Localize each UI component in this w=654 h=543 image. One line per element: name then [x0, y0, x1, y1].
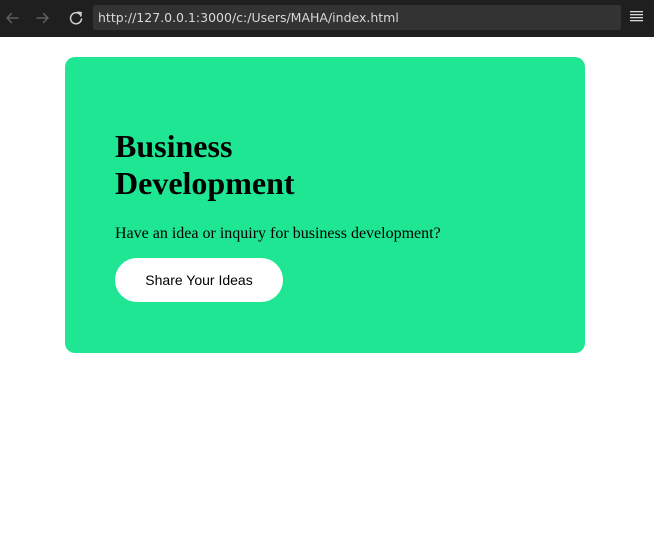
reload-icon: [68, 10, 84, 26]
share-your-ideas-button[interactable]: Share Your Ideas: [115, 258, 283, 302]
arrow-right-icon: [35, 10, 51, 26]
address-bar[interactable]: http://127.0.0.1:3000/c:/Users/MAHA/inde…: [93, 5, 621, 30]
reload-button[interactable]: [64, 6, 88, 30]
arrow-left-icon: [4, 10, 20, 26]
hamburger-menu-icon: [630, 9, 644, 27]
menu-button[interactable]: [627, 8, 647, 28]
forward-button[interactable]: [31, 6, 55, 30]
url-text: http://127.0.0.1:3000/c:/Users/MAHA/inde…: [98, 10, 399, 25]
card-subtitle: Have an idea or inquiry for business dev…: [115, 225, 441, 242]
back-button[interactable]: [0, 6, 24, 30]
browser-toolbar: http://127.0.0.1:3000/c:/Users/MAHA/inde…: [0, 0, 654, 37]
business-development-card: Business Development Have an idea or inq…: [65, 57, 585, 353]
card-title: Business Development: [115, 128, 295, 201]
